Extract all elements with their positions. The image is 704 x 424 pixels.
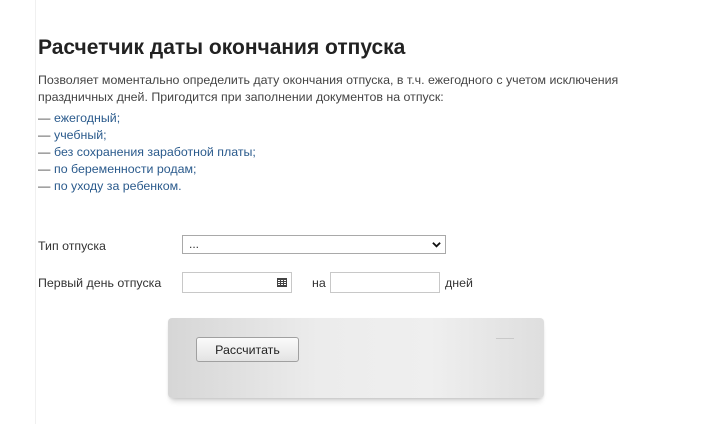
leave-type-text: ежегодный; xyxy=(54,111,121,125)
dash: — xyxy=(38,179,51,193)
page-description: Позволяет моментально определить дату ок… xyxy=(38,73,619,104)
leave-type-item: — ежегодный; xyxy=(38,110,256,127)
leave-type-label: Тип отпуска xyxy=(38,239,106,253)
leave-type-item: — по уходу за ребенком. xyxy=(38,178,256,195)
leave-type-item: — по беременности родам; xyxy=(38,161,256,178)
calendar-icon[interactable] xyxy=(277,278,287,287)
leave-types-list: — ежегодный; — учебный; — без сохранения за… xyxy=(38,110,256,195)
left-border xyxy=(35,0,36,424)
days-count-input[interactable] xyxy=(330,272,440,293)
first-day-input[interactable] xyxy=(182,272,292,293)
leave-type-item: — учебный; xyxy=(38,127,256,144)
for-label: на xyxy=(312,276,326,290)
dash: — xyxy=(38,128,51,142)
dash: — xyxy=(38,162,51,176)
chevron-down-icon xyxy=(432,242,441,248)
leave-type-text: без сохранения заработной платы; xyxy=(54,145,256,159)
leave-type-text: по беременности родам; xyxy=(54,162,197,176)
dash: — xyxy=(38,111,51,125)
calculate-button[interactable]: Рассчитать xyxy=(196,337,299,362)
days-label: дней xyxy=(445,276,473,290)
leave-type-text: по уходу за ребенком. xyxy=(54,179,182,193)
leave-type-selected-value: ... xyxy=(189,237,200,251)
panel-divider xyxy=(496,338,514,339)
calculate-panel: Рассчитать xyxy=(168,318,544,398)
leave-type-text: учебный; xyxy=(54,128,107,142)
page-title: Расчетчик даты окончания отпуска xyxy=(38,36,406,59)
leave-type-select[interactable]: ... xyxy=(182,235,446,254)
dash: — xyxy=(38,145,51,159)
leave-type-item: — без сохранения заработной платы; xyxy=(38,144,256,161)
first-day-label: Первый день отпуска xyxy=(38,276,162,290)
